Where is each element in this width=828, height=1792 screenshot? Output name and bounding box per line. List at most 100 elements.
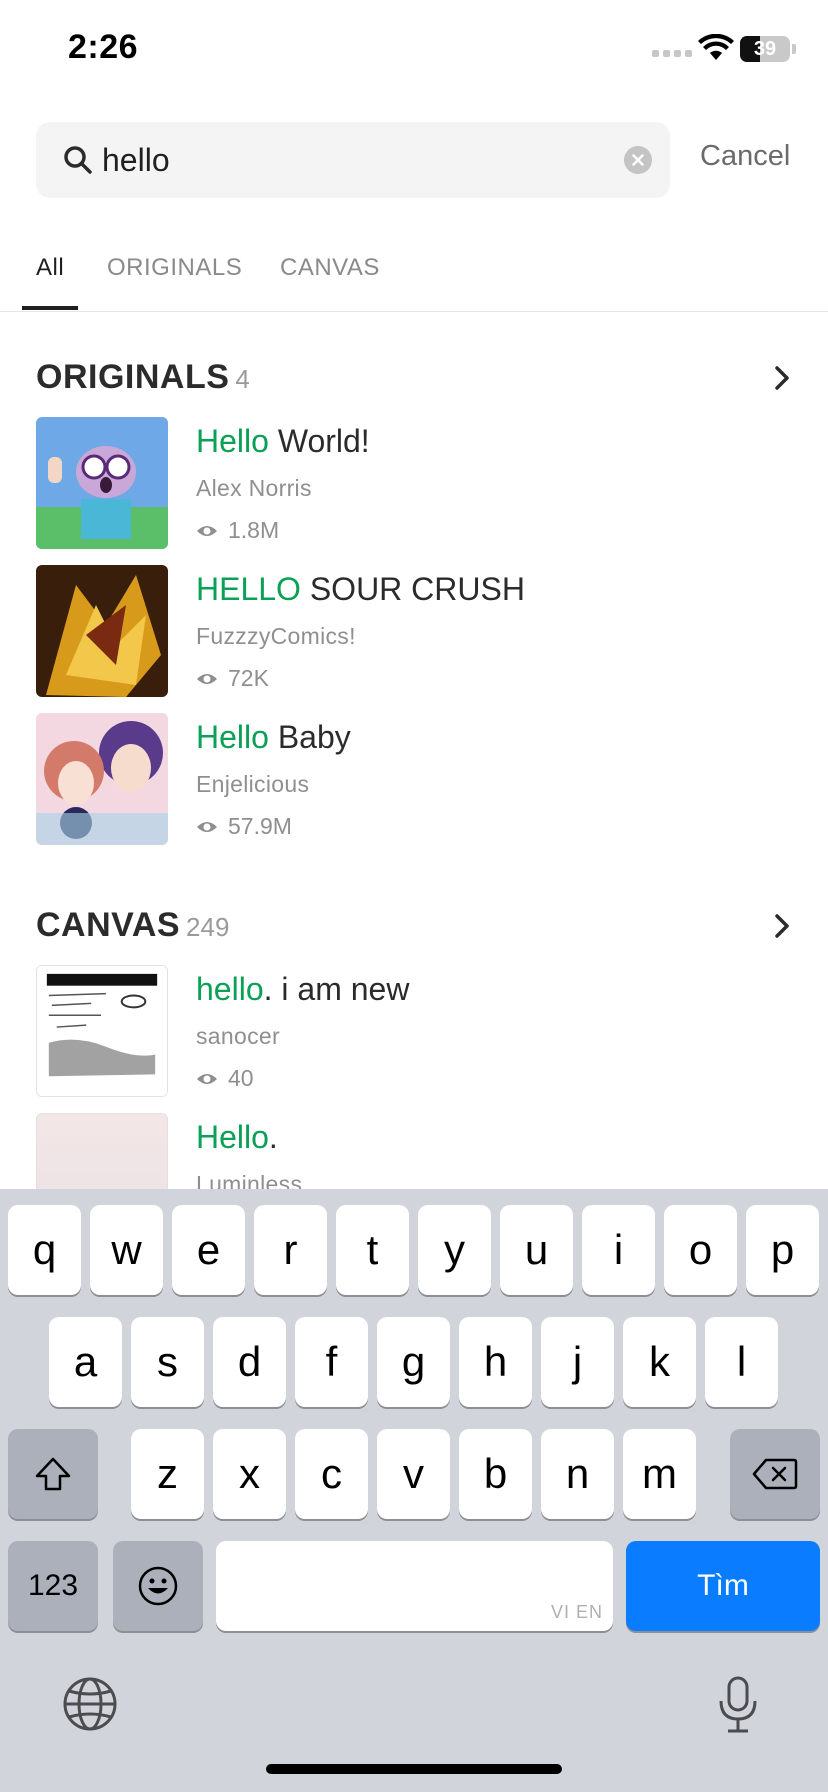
item-author: Alex Norris [196,475,312,501]
title-rest: SOUR CRUSH [300,571,525,607]
item-author: Enjelicious [196,771,310,797]
space-key[interactable]: VI EN [216,1541,613,1631]
key-z[interactable]: z [131,1429,204,1519]
item-views: 57.9M [196,813,292,840]
list-item[interactable]: Hello Baby Enjelicious 57.9M [36,713,796,845]
key-p[interactable]: p [746,1205,819,1295]
home-indicator [266,1764,562,1774]
eye-icon [197,525,217,536]
item-author: sanocer [196,1023,280,1049]
key-t[interactable]: t [336,1205,409,1295]
key-w[interactable]: w [90,1205,163,1295]
canvas-section-header[interactable]: CANVAS 249 [36,906,796,946]
eye-icon [197,1073,217,1084]
key-r[interactable]: r [254,1205,327,1295]
key-a[interactable]: a [49,1317,122,1407]
tab-canvas[interactable]: CANVAS [280,254,380,282]
cover-thumbnail [36,713,168,845]
cancel-button[interactable]: Cancel [700,140,790,173]
key-s[interactable]: s [131,1317,204,1407]
views-count: 57.9M [228,813,292,839]
title-highlight: hello [196,971,264,1007]
status-time: 2:26 [68,28,139,66]
numbers-key[interactable]: 123 [8,1541,98,1631]
item-title: hello. i am new [196,971,409,1008]
wifi-icon [698,34,734,60]
key-h[interactable]: h [459,1317,532,1407]
tab-all[interactable]: All [36,254,64,282]
active-tab-indicator [22,306,78,310]
key-c[interactable]: c [295,1429,368,1519]
eye-icon [197,673,217,684]
section-count: 249 [186,912,230,942]
battery-indicator: 39 [740,36,790,62]
search-icon [64,146,92,174]
title-rest: . [268,1119,278,1155]
cover-thumbnail [36,417,168,549]
title-highlight: Hello [196,719,269,755]
section-title: ORIGINALS [36,358,230,396]
globe-icon[interactable] [62,1676,118,1732]
emoji-key[interactable] [113,1541,203,1631]
cover-thumbnail [36,565,168,697]
search-bar[interactable] [36,122,670,198]
item-title: Hello. [196,1119,278,1156]
chevron-right-icon[interactable] [768,912,796,940]
key-j[interactable]: j [541,1317,614,1407]
key-x[interactable]: x [213,1429,286,1519]
search-return-key[interactable]: Tìm [626,1541,820,1631]
key-u[interactable]: u [500,1205,573,1295]
search-input[interactable] [102,122,582,198]
clear-icon[interactable] [624,146,652,174]
battery-cap [792,44,796,54]
key-m[interactable]: m [623,1429,696,1519]
item-title: Hello Baby [196,719,351,756]
eye-icon [197,821,217,832]
key-q[interactable]: q [8,1205,81,1295]
title-highlight: Hello [196,1119,269,1155]
section-count: 4 [235,364,250,394]
key-n[interactable]: n [541,1429,614,1519]
key-g[interactable]: g [377,1317,450,1407]
key-e[interactable]: e [172,1205,245,1295]
backspace-icon [752,1458,798,1490]
title-rest: World! [268,423,370,459]
section-title: CANVAS [36,906,181,944]
tab-bar: All ORIGINALS CANVAS [0,240,828,312]
item-views: 1.8M [196,517,279,544]
keyboard: q w e r t y u i o p a s d f g h j k l z … [0,1189,828,1792]
item-title: HELLO SOUR CRUSH [196,571,525,608]
title-rest: . i am new [263,971,410,1007]
views-count: 72K [228,665,269,691]
tab-originals[interactable]: ORIGINALS [107,254,242,282]
key-o[interactable]: o [664,1205,737,1295]
backspace-key[interactable] [730,1429,820,1519]
title-highlight: HELLO [196,571,301,607]
list-item[interactable]: HELLO SOUR CRUSH FuzzzyComics! 72K [36,565,796,697]
key-b[interactable]: b [459,1429,532,1519]
originals-section-header[interactable]: ORIGINALS 4 [36,358,796,398]
list-item[interactable]: hello. i am new sanocer 40 [36,965,796,1097]
views-count: 40 [228,1065,254,1091]
item-views: 40 [196,1065,254,1092]
key-d[interactable]: d [213,1317,286,1407]
shift-icon [35,1457,71,1491]
key-l[interactable]: l [705,1317,778,1407]
key-k[interactable]: k [623,1317,696,1407]
shift-key[interactable] [8,1429,98,1519]
battery-level-text: 39 [753,38,777,60]
cover-thumbnail [36,965,168,1097]
key-f[interactable]: f [295,1317,368,1407]
key-y[interactable]: y [418,1205,491,1295]
title-rest: Baby [268,719,351,755]
list-item[interactable]: Hello World! Alex Norris 1.8M [36,417,796,549]
item-title: Hello World! [196,423,370,460]
emoji-icon [138,1566,178,1606]
chevron-right-icon[interactable] [768,364,796,392]
cellular-signal-icon [652,50,692,57]
microphone-icon[interactable] [714,1675,762,1735]
key-i[interactable]: i [582,1205,655,1295]
title-highlight: Hello [196,423,269,459]
key-v[interactable]: v [377,1429,450,1519]
item-author: FuzzzyComics! [196,623,356,649]
